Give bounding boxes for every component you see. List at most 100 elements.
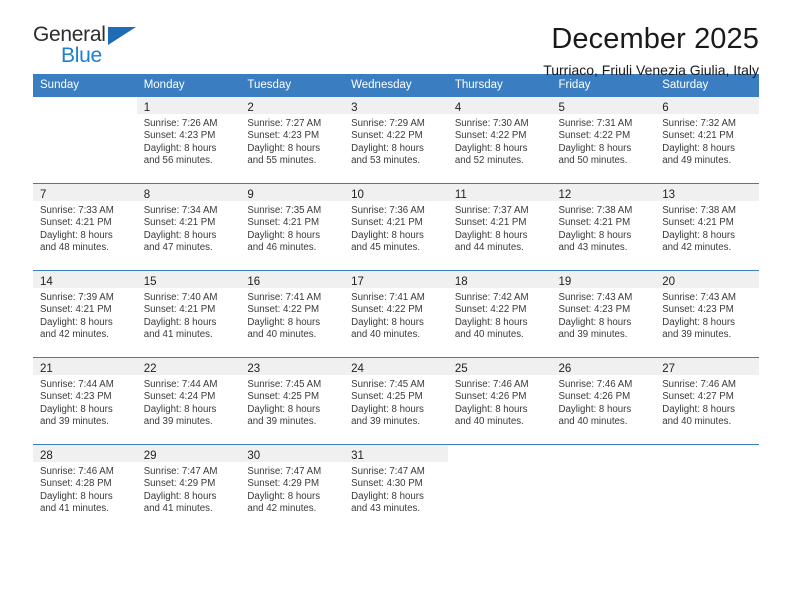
calendar-day-cell[interactable]: 31 Sunrise: 7:47 AM Sunset: 4:30 PM Dayligh…	[344, 444, 448, 532]
day-number-bar: 2	[240, 97, 345, 114]
calendar-day-cell[interactable]: 10 Sunrise: 7:36 AM Sunset: 4:21 PM Dayligh…	[344, 183, 448, 271]
page-title: December 2025	[551, 23, 759, 55]
sunset-text: Sunset: 4:29 PM	[247, 478, 320, 490]
daylight-text-line2: and 55 minutes.	[247, 154, 317, 166]
calendar-day-cell[interactable]: 7 Sunrise: 7:33 AM Sunset: 4:21 PM Daylight…	[33, 183, 137, 271]
day-sun-info: Sunrise: 7:36 AM Sunset: 4:21 PM Daylight:…	[344, 201, 448, 254]
sunset-text: Sunset: 4:22 PM	[351, 130, 423, 142]
calendar-day-cell[interactable]: 15 Sunrise: 7:40 AM Sunset: 4:21 PM Dayligh…	[136, 270, 241, 358]
day-number: 9	[247, 189, 254, 201]
day-cell-inner: 25 Sunrise: 7:46 AM Sunset: 4:26 PM Dayligh…	[447, 358, 552, 444]
day-number: 29	[143, 450, 157, 462]
day-number: 28	[40, 450, 53, 462]
daylight-text-line2: and 49 minutes.	[662, 154, 732, 166]
calendar-day-cell[interactable]: 14 Sunrise: 7:39 AM Sunset: 4:21 PM Dayligh…	[33, 270, 137, 358]
calendar-day-cell[interactable]: 27 Sunrise: 7:46 AM Sunset: 4:27 PM Dayligh…	[655, 357, 759, 445]
day-number: 4	[454, 102, 462, 114]
calendar-day-cell[interactable]: 24 Sunrise: 7:45 AM Sunset: 4:25 PM Dayligh…	[344, 357, 448, 445]
sunset-text: Sunset: 4:23 PM	[143, 130, 216, 142]
calendar-day-cell[interactable]: 22 Sunrise: 7:44 AM Sunset: 4:24 PM Dayligh…	[136, 357, 241, 445]
day-cell-inner: 6 Sunrise: 7:32 AM Sunset: 4:21 PM Daylight…	[655, 97, 759, 183]
sunrise-text: Sunrise: 7:26 AM	[143, 118, 218, 129]
day-sun-info: Sunrise: 7:30 AM Sunset: 4:22 PM Daylight:…	[448, 114, 552, 167]
day-number: 26	[558, 363, 572, 375]
daylight-text-line2: and 39 minutes.	[558, 328, 628, 340]
daylight-text-line1: Daylight: 8 hours	[143, 490, 217, 502]
calendar-day-cell[interactable]: 13 Sunrise: 7:38 AM Sunset: 4:21 PM Dayligh…	[655, 183, 759, 271]
day-sun-info: Sunrise: 7:41 AM Sunset: 4:22 PM Daylight:…	[240, 288, 344, 341]
day-number-bar: 1	[136, 97, 241, 114]
sunset-text: Sunset: 4:21 PM	[40, 217, 112, 229]
logo-text-blue: Blue	[61, 44, 102, 67]
calendar-day-cell[interactable]: 26 Sunrise: 7:46 AM Sunset: 4:26 PM Dayligh…	[551, 357, 656, 445]
calendar-day-cell[interactable]: 5 Sunrise: 7:31 AM Sunset: 4:22 PM Daylight…	[551, 96, 656, 184]
calendar-day-cell[interactable]: 6 Sunrise: 7:32 AM Sunset: 4:21 PM Daylight…	[655, 96, 759, 184]
calendar-day-cell[interactable]: 12 Sunrise: 7:38 AM Sunset: 4:21 PM Dayligh…	[551, 183, 656, 271]
day-cell-inner: 28 Sunrise: 7:46 AM Sunset: 4:28 PM Dayligh…	[33, 445, 137, 532]
sunset-text: Sunset: 4:30 PM	[351, 478, 423, 490]
sunset-text: Sunset: 4:23 PM	[662, 304, 734, 316]
calendar-day-cell[interactable]: 30 Sunrise: 7:47 AM Sunset: 4:29 PM Dayligh…	[240, 444, 345, 532]
day-number-bar: 4	[447, 97, 552, 114]
calendar-day-cell[interactable]: 20 Sunrise: 7:43 AM Sunset: 4:23 PM Dayligh…	[655, 270, 759, 358]
sunset-text: Sunset: 4:21 PM	[662, 217, 734, 229]
sunrise-text: Sunrise: 7:33 AM	[40, 205, 114, 216]
sunrise-text: Sunrise: 7:29 AM	[351, 118, 425, 129]
sunrise-text: Sunrise: 7:41 AM	[247, 292, 322, 303]
calendar-day-cell[interactable]: 28 Sunrise: 7:46 AM Sunset: 4:28 PM Dayligh…	[33, 444, 137, 532]
calendar-day-cell[interactable]: 11 Sunrise: 7:37 AM Sunset: 4:21 PM Dayligh…	[447, 183, 552, 271]
day-number-bar: 11	[447, 184, 552, 201]
daylight-text-line1: Daylight: 8 hours	[351, 229, 424, 241]
calendar-day-cell[interactable]: 18 Sunrise: 7:42 AM Sunset: 4:22 PM Dayligh…	[447, 270, 552, 358]
day-cell-inner: 31 Sunrise: 7:47 AM Sunset: 4:30 PM Dayligh…	[344, 445, 448, 532]
calendar-day-cell[interactable]: 1 Sunrise: 7:26 AM Sunset: 4:23 PM Daylight…	[136, 96, 241, 184]
day-number: 19	[558, 276, 572, 288]
logo-text-general: General	[33, 23, 106, 46]
calendar-day-cell[interactable]: 16 Sunrise: 7:41 AM Sunset: 4:22 PM Dayligh…	[240, 270, 345, 358]
sunrise-text: Sunrise: 7:30 AM	[454, 118, 529, 129]
daylight-text-line2: and 39 minutes.	[143, 415, 213, 427]
calendar-page: General Blue December 2025 Turriaco, Fri…	[0, 0, 792, 612]
daylight-text-line2: and 43 minutes.	[351, 502, 421, 514]
day-number-bar: 28	[33, 445, 137, 462]
day-sun-info: Sunrise: 7:34 AM Sunset: 4:21 PM Daylight:…	[137, 201, 241, 254]
daylight-text-line2: and 43 minutes.	[558, 241, 628, 253]
day-cell-inner: 15 Sunrise: 7:40 AM Sunset: 4:21 PM Dayligh…	[136, 271, 241, 357]
daylight-text-line2: and 40 minutes.	[247, 328, 317, 340]
daylight-text-line2: and 50 minutes.	[558, 154, 628, 166]
sunset-text: Sunset: 4:21 PM	[40, 304, 112, 316]
daylight-text-line2: and 40 minutes.	[454, 415, 524, 427]
day-sun-info: Sunrise: 7:37 AM Sunset: 4:21 PM Daylight:…	[448, 201, 552, 254]
daylight-text-line1: Daylight: 8 hours	[247, 229, 321, 241]
calendar-day-cell[interactable]: 29 Sunrise: 7:47 AM Sunset: 4:29 PM Dayligh…	[136, 444, 241, 532]
calendar-day-cell[interactable]: 3 Sunrise: 7:29 AM Sunset: 4:22 PM Daylight…	[344, 96, 448, 184]
daylight-text-line1: Daylight: 8 hours	[454, 142, 528, 154]
daylight-text-line2: and 39 minutes.	[40, 415, 109, 427]
calendar-day-cell[interactable]: 23 Sunrise: 7:45 AM Sunset: 4:25 PM Dayligh…	[240, 357, 345, 445]
calendar-day-cell[interactable]: 9 Sunrise: 7:35 AM Sunset: 4:21 PM Daylight…	[240, 183, 345, 271]
day-cell-inner: 24 Sunrise: 7:45 AM Sunset: 4:25 PM Dayligh…	[344, 358, 448, 444]
daylight-text-line2: and 39 minutes.	[351, 415, 421, 427]
page-header: General Blue December 2025 Turriaco, Fri…	[33, 0, 759, 79]
calendar-day-cell[interactable]: 4 Sunrise: 7:30 AM Sunset: 4:22 PM Daylight…	[447, 96, 552, 184]
calendar-day-cell[interactable]: 2 Sunrise: 7:27 AM Sunset: 4:23 PM Daylight…	[240, 96, 345, 184]
day-number: 5	[558, 102, 565, 114]
daylight-text-line2: and 40 minutes.	[454, 328, 524, 340]
day-number: 21	[40, 363, 53, 375]
daylight-text-line1: Daylight: 8 hours	[351, 142, 424, 154]
daylight-text-line1: Daylight: 8 hours	[558, 229, 632, 241]
day-number-bar: 15	[136, 271, 241, 288]
day-number: 3	[351, 102, 358, 114]
calendar-day-cell[interactable]: 21 Sunrise: 7:44 AM Sunset: 4:23 PM Dayligh…	[33, 357, 137, 445]
generalblue-logo[interactable]: General Blue	[33, 24, 145, 70]
sunrise-text: Sunrise: 7:46 AM	[558, 379, 633, 390]
day-number-bar: 23	[240, 358, 345, 375]
day-number-bar: 18	[447, 271, 552, 288]
calendar-day-cell[interactable]: 17 Sunrise: 7:41 AM Sunset: 4:22 PM Dayligh…	[344, 270, 448, 358]
calendar-day-cell[interactable]: 25 Sunrise: 7:46 AM Sunset: 4:26 PM Dayligh…	[447, 357, 552, 445]
sunset-text: Sunset: 4:24 PM	[143, 391, 216, 403]
calendar-day-cell[interactable]: 8 Sunrise: 7:34 AM Sunset: 4:21 PM Daylight…	[136, 183, 241, 271]
sunrise-text: Sunrise: 7:32 AM	[662, 118, 736, 129]
calendar-day-cell[interactable]: 19 Sunrise: 7:43 AM Sunset: 4:23 PM Dayligh…	[551, 270, 656, 358]
sunrise-text: Sunrise: 7:34 AM	[143, 205, 218, 216]
